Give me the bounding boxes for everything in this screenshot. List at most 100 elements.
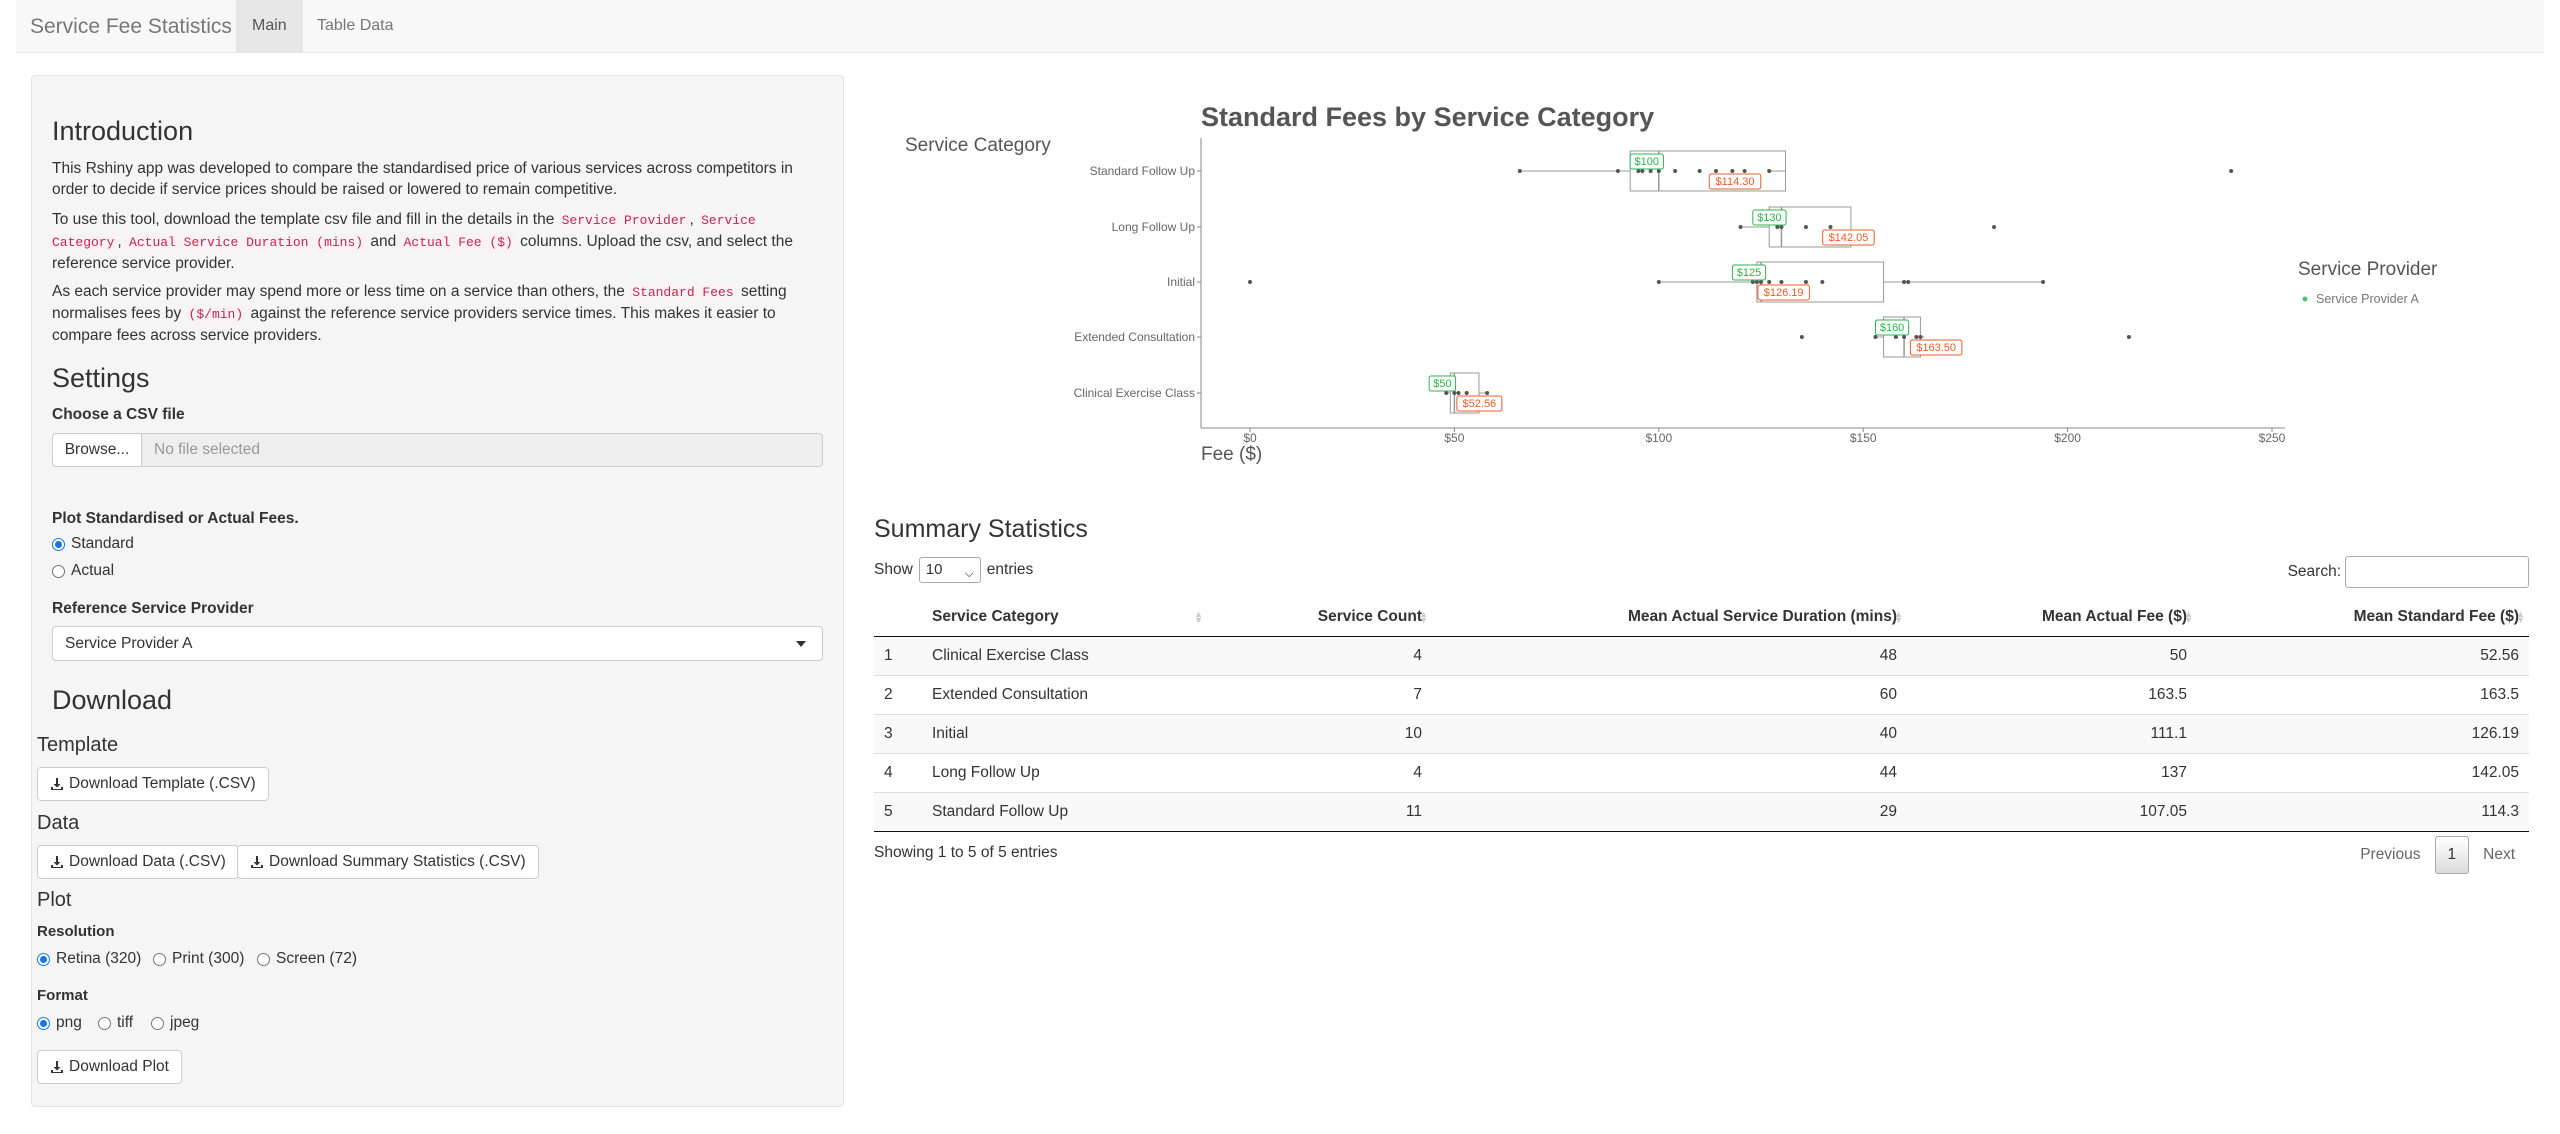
radio-retina[interactable]: Retina (320) xyxy=(37,950,141,968)
data-point xyxy=(1636,169,1641,173)
data-point xyxy=(1697,169,1702,173)
radio-retina-dot[interactable] xyxy=(37,952,50,966)
radio-actual[interactable]: Actual xyxy=(52,562,114,580)
download-plot-button[interactable]: Download Plot xyxy=(37,1050,182,1084)
legend-marker xyxy=(2302,296,2308,302)
fee-boxplot: Standard Fees by Service Category Service… xyxy=(880,90,2540,490)
radio-standard-dot[interactable] xyxy=(52,537,65,551)
table-info: Showing 1 to 5 of 5 entries xyxy=(874,844,1058,861)
tab-main[interactable]: Main xyxy=(236,0,303,52)
data-point xyxy=(1656,280,1661,284)
radio-jpeg-dot[interactable] xyxy=(151,1016,164,1030)
cell-index: 5 xyxy=(874,791,922,832)
cell-index: 4 xyxy=(874,752,922,792)
download-summary-button[interactable]: Download Summary Statistics (.CSV) xyxy=(237,845,539,879)
mean-label: $163.50 xyxy=(1916,342,1956,354)
radio-screen[interactable]: Screen (72) xyxy=(257,950,357,968)
median-label: $125 xyxy=(1737,267,1761,279)
search-input[interactable] xyxy=(2345,556,2529,588)
format-label: Format xyxy=(37,987,88,1004)
cell-category: Initial xyxy=(922,713,1207,753)
table-row[interactable]: 2 Extended Consultation 7 60 163.5 163.5 xyxy=(874,674,2529,714)
entries-label: entries xyxy=(986,561,1034,578)
download-icon xyxy=(51,856,63,868)
median-label: $130 xyxy=(1757,212,1781,224)
cell-duration: 60 xyxy=(1432,674,1907,714)
cell-standard-fee: 126.19 xyxy=(2197,713,2529,753)
reference-provider-value: Service Provider A xyxy=(65,635,193,652)
table-row[interactable]: 3 Initial 10 40 111.1 126.19 xyxy=(874,713,2529,753)
col-index[interactable] xyxy=(874,598,922,637)
download-template-button[interactable]: Download Template (.CSV) xyxy=(37,767,269,801)
data-point xyxy=(1767,169,1772,173)
y-axis-title: Service Category xyxy=(905,135,1051,156)
col-service-count[interactable]: Service Count ▲ ▼ xyxy=(1207,598,1432,637)
sort-icon: ▲ ▼ xyxy=(2184,609,2193,625)
table-header-row: Service Category ▲ ▼ Service Count ▲ ▼ Mean … xyxy=(874,598,2529,637)
data-point xyxy=(1615,169,1620,173)
col-service-category[interactable]: Service Category ▲ ▼ xyxy=(922,598,1207,637)
x-tick-label: $0 xyxy=(1243,431,1257,445)
x-tick-label: $150 xyxy=(1850,431,1877,445)
radio-actual-label: Actual xyxy=(71,562,115,579)
radio-print-dot[interactable] xyxy=(153,952,166,966)
data-point xyxy=(1742,169,1747,173)
file-name-field[interactable]: No file selected xyxy=(142,433,823,467)
radio-standard[interactable]: Standard xyxy=(52,535,134,553)
cell-duration: 40 xyxy=(1432,713,1907,753)
intro-paragraph-1: This Rshiny app was developed to compare… xyxy=(52,160,793,198)
data-point xyxy=(1517,169,1522,173)
x-tick-label: $250 xyxy=(2259,431,2286,445)
data-point xyxy=(1648,169,1653,173)
x-tick-label: $200 xyxy=(2054,431,2081,445)
col-mean-actual-fee[interactable]: Mean Actual Fee ($) ▲ ▼ xyxy=(1907,598,2197,637)
radio-screen-dot[interactable] xyxy=(257,952,270,966)
chevron-down-icon: ⌵ xyxy=(964,566,974,580)
data-point xyxy=(1656,169,1661,173)
radio-png-dot[interactable] xyxy=(37,1016,50,1030)
table-row[interactable]: 5 Standard Follow Up 11 29 107.05 114.3 xyxy=(874,791,2529,832)
data-point xyxy=(1738,225,1743,229)
radio-png[interactable]: png xyxy=(37,1014,82,1032)
download-icon xyxy=(51,1061,63,1073)
data-point xyxy=(1714,169,1719,173)
data-point xyxy=(1873,335,1878,339)
data-point xyxy=(1779,280,1784,284)
reference-provider-select[interactable]: Service Provider A xyxy=(52,626,823,661)
data-point xyxy=(1902,335,1907,339)
cell-standard-fee: 52.56 xyxy=(2197,635,2529,675)
col-mean-duration[interactable]: Mean Actual Service Duration (mins) ▲ ▼ xyxy=(1432,598,1907,637)
col-mean-standard-fee[interactable]: Mean Standard Fee ($) ▲ ▼ xyxy=(2197,598,2529,637)
table-row[interactable]: 1 Clinical Exercise Class 4 48 50 52.56 xyxy=(874,635,2529,675)
cell-standard-fee: 163.5 xyxy=(2197,674,2529,714)
median-label: $160 xyxy=(1880,322,1904,334)
tab-table-data[interactable]: Table Data xyxy=(301,0,410,52)
radio-actual-dot[interactable] xyxy=(52,564,65,578)
next-page-button[interactable]: Next xyxy=(2469,846,2529,864)
entries-select[interactable]: 10 ⌵ xyxy=(918,557,981,583)
app-brand: Service Fee Statistics xyxy=(30,15,232,38)
download-data-button[interactable]: Download Data (.CSV) xyxy=(37,845,239,879)
radio-tiff-dot[interactable] xyxy=(98,1016,111,1030)
summary-title: Summary Statistics xyxy=(874,515,1088,543)
cell-count: 10 xyxy=(1207,713,1432,753)
mean-label: $52.56 xyxy=(1463,398,1497,410)
table-row[interactable]: 4 Long Follow Up 4 44 137 142.05 xyxy=(874,752,2529,792)
browse-button[interactable]: Browse... xyxy=(52,433,142,467)
previous-page-button[interactable]: Previous xyxy=(2346,846,2434,864)
plot-section-title: Plot xyxy=(37,889,72,911)
radio-jpeg[interactable]: jpeg xyxy=(151,1014,199,1032)
y-tick-label: Standard Follow Up xyxy=(1090,164,1196,178)
cell-count: 11 xyxy=(1207,791,1432,832)
cell-duration: 48 xyxy=(1432,635,1907,675)
data-point xyxy=(1779,225,1784,229)
data-point xyxy=(1893,335,1898,339)
data-point xyxy=(1452,391,1457,395)
data-point xyxy=(2229,169,2234,173)
page-1-button[interactable]: 1 xyxy=(2434,836,2470,874)
data-point xyxy=(2041,280,2046,284)
radio-tiff[interactable]: tiff xyxy=(98,1014,133,1032)
data-point xyxy=(1673,169,1678,173)
radio-print[interactable]: Print (300) xyxy=(153,950,244,968)
chart-svg: Standard Fees by Service Category Service… xyxy=(905,102,2438,465)
